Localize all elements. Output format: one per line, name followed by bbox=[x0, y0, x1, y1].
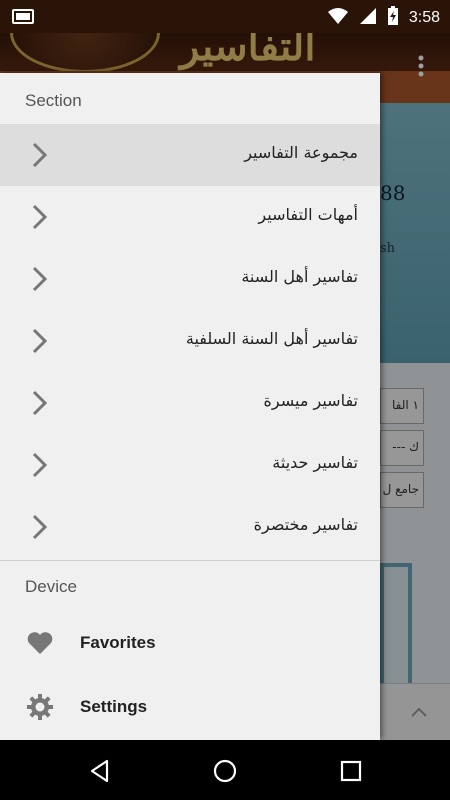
menu-item-mother-tafasir[interactable]: أمهات التفاسير bbox=[0, 186, 380, 248]
menu-item-label: تفاسير مختصرة bbox=[253, 515, 358, 534]
chevron-right-icon bbox=[30, 328, 50, 354]
menu-item-label: مجموعة التفاسير bbox=[244, 143, 358, 162]
device-header: Device bbox=[25, 577, 77, 596]
signal-icon bbox=[359, 7, 377, 29]
chevron-right-icon bbox=[30, 266, 50, 292]
back-icon[interactable] bbox=[87, 758, 113, 784]
recents-icon[interactable] bbox=[338, 758, 364, 784]
menu-item-salafi-tafasir[interactable]: تفاسير أهل السنة السلفية bbox=[0, 310, 380, 372]
favorites-label: Favorites bbox=[80, 633, 156, 652]
heart-icon bbox=[26, 629, 54, 657]
chevron-right-icon bbox=[30, 204, 50, 230]
menu-item-label: تفاسير ميسرة bbox=[263, 391, 358, 410]
status-time: 3:58 bbox=[408, 9, 440, 26]
menu-item-simplified-tafasir[interactable]: تفاسير ميسرة bbox=[0, 372, 380, 434]
chevron-right-icon bbox=[30, 452, 50, 478]
battery-charging-icon bbox=[387, 6, 399, 30]
menu-item-label: تفاسير أهل السنة السلفية bbox=[185, 329, 358, 348]
menu-item-sunni-tafasir[interactable]: تفاسير أهل السنة bbox=[0, 248, 380, 310]
system-nav-bar bbox=[0, 740, 450, 800]
menu-item-tafasir-collection[interactable]: مجموعة التفاسير bbox=[0, 124, 380, 186]
section-header: Section bbox=[25, 91, 82, 110]
settings-label: Settings bbox=[80, 697, 148, 716]
chevron-right-icon bbox=[30, 514, 50, 540]
home-icon[interactable] bbox=[212, 758, 238, 784]
notification-icon bbox=[12, 9, 34, 24]
menu-item-modern-tafasir[interactable]: تفاسير حديثة bbox=[0, 434, 380, 496]
wifi-icon bbox=[327, 7, 349, 29]
menu-item-label: أمهات التفاسير bbox=[258, 205, 358, 224]
chevron-right-icon bbox=[30, 142, 50, 168]
chevron-right-icon bbox=[30, 390, 50, 416]
navigation-drawer: Section مجموعة التفاسير أمهات التفاسير ت… bbox=[0, 73, 380, 740]
menu-item-label: تفاسير أهل السنة bbox=[241, 267, 358, 286]
settings-item[interactable]: Settings bbox=[0, 675, 380, 739]
menu-item-label: تفاسير حديثة bbox=[272, 453, 358, 472]
gear-icon bbox=[26, 693, 54, 721]
menu-item-abridged-tafasir[interactable]: تفاسير مختصرة bbox=[0, 496, 380, 558]
status-bar: 3:58 bbox=[0, 0, 450, 33]
favorites-item[interactable]: Favorites bbox=[0, 611, 380, 675]
